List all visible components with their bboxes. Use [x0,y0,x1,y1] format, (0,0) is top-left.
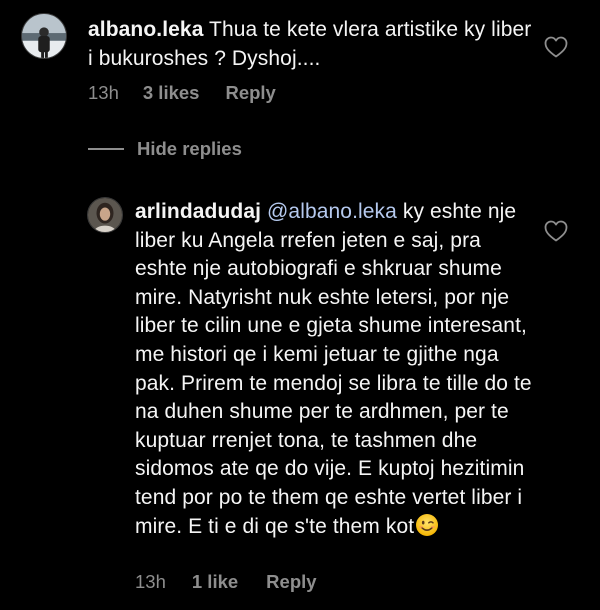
avatar[interactable] [21,13,67,59]
hide-replies-toggle[interactable]: Hide replies [88,138,242,160]
mention-link[interactable]: @albano.leka [267,200,397,223]
comment-text: arlindadudaj @albano.leka ky eshte nje l… [135,198,535,541]
comment-meta: 13h 3 likes Reply [88,82,276,104]
profile-photo-icon [88,198,122,232]
comment-text: albano.leka Thua te kete vlera artistike… [88,16,538,73]
username[interactable]: arlindadudaj [135,200,261,223]
likes-count[interactable]: 3 likes [143,82,200,104]
heart-outline-icon[interactable] [544,36,568,58]
timestamp: 13h [88,82,119,103]
avatar[interactable] [87,197,123,233]
reply-button[interactable]: Reply [225,82,275,104]
hide-replies-label[interactable]: Hide replies [137,138,242,160]
username[interactable]: albano.leka [88,18,203,41]
winking-face-emoji [415,513,439,537]
comment-meta: 13h 1 like Reply [135,571,317,593]
heart-outline-icon[interactable] [544,220,568,242]
reply-button[interactable]: Reply [266,571,316,593]
divider-line [88,148,124,150]
comment-body: ky eshte nje liber ku Angela rrefen jete… [135,200,532,538]
likes-count[interactable]: 1 like [192,571,238,593]
profile-photo-icon [22,14,66,58]
timestamp: 13h [135,571,166,592]
